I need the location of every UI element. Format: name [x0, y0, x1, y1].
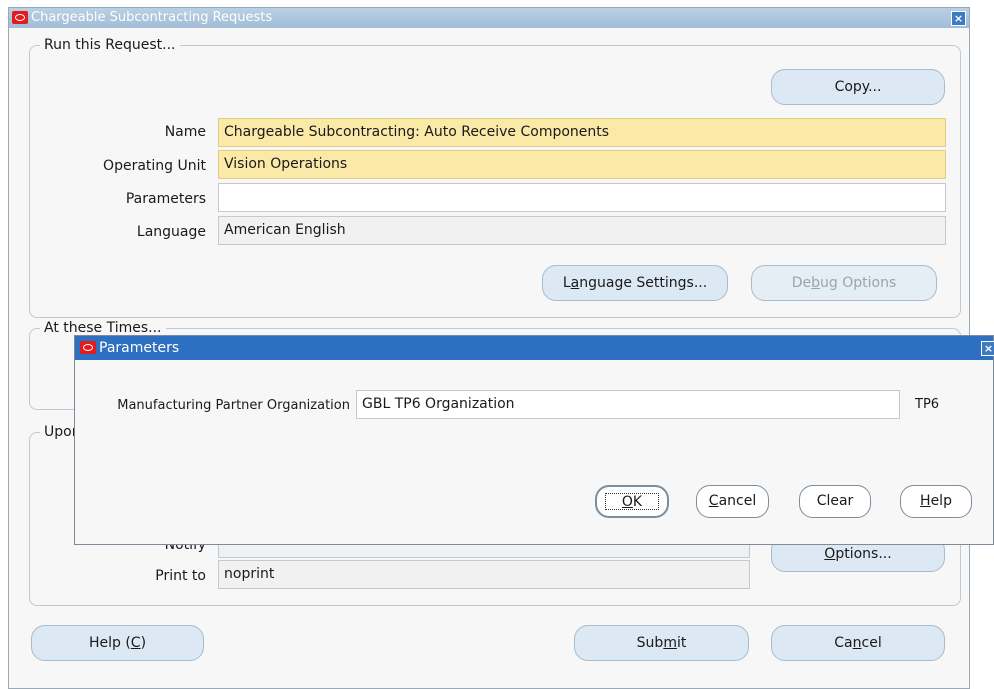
parameters-field[interactable]: [218, 183, 946, 212]
operating-unit-field[interactable]: Vision Operations: [218, 150, 946, 179]
operating-unit-label: Operating Unit: [103, 158, 206, 174]
cancel-label-post: cel: [861, 635, 882, 651]
print-to-field[interactable]: noprint: [218, 560, 750, 589]
partner-org-field[interactable]: GBL TP6 Organization: [356, 390, 900, 419]
dialog-help-label-post: elp: [930, 493, 952, 509]
help-label-pre: Help (: [88, 635, 131, 651]
cancel-mnemonic: n: [852, 635, 862, 651]
help-button[interactable]: Help (C): [31, 625, 204, 661]
oracle-logo-icon: [12, 11, 28, 24]
help-label-post: ): [140, 635, 147, 651]
window-titlebar: Chargeable Subcontracting Requests ×: [9, 8, 969, 28]
options-mnemonic: O: [824, 546, 836, 562]
help-mnemonic: C: [130, 635, 141, 651]
name-field[interactable]: Chargeable Subcontracting: Auto Receive …: [218, 118, 946, 147]
language-field: American English: [218, 216, 946, 245]
copy-button[interactable]: Copy...: [771, 69, 945, 105]
parameters-dialog: Parameters × Manufacturing Partner Organ…: [74, 335, 994, 545]
dialog-cancel-label-post: ancel: [718, 493, 757, 509]
dialog-title: Parameters: [99, 340, 180, 356]
submit-label-post: it: [676, 635, 687, 651]
cancel-label-pre: Ca: [834, 635, 853, 651]
dialog-cancel-mnemonic: C: [708, 493, 719, 509]
debug-options-label-pre: De: [791, 275, 812, 291]
submit-mnemonic: m: [663, 635, 677, 651]
debug-options-mnemonic: b: [811, 275, 821, 291]
cancel-button[interactable]: Cancel: [771, 625, 945, 661]
language-settings-label-post: nguage Settings...: [579, 275, 708, 291]
dialog-help-mnemonic: H: [920, 493, 931, 509]
oracle-logo-icon: [80, 341, 96, 354]
language-settings-label-pre: L: [562, 275, 571, 291]
schedule-legend: At these Times...: [40, 320, 166, 336]
ok-focus-ring: [605, 493, 659, 510]
window-title: Chargeable Subcontracting Requests: [31, 10, 273, 25]
clear-button[interactable]: Clear: [799, 485, 871, 518]
run-request-legend: Run this Request...: [40, 37, 180, 53]
partner-org-label: Manufacturing Partner Organization: [117, 398, 350, 413]
print-to-label: Print to: [155, 568, 206, 584]
options-label-post: ptions...: [835, 546, 892, 562]
parameters-label: Parameters: [125, 191, 206, 207]
name-label: Name: [164, 124, 206, 140]
language-settings-mnemonic: a: [570, 275, 580, 291]
dialog-cancel-button[interactable]: Cancel: [696, 485, 769, 518]
debug-options-label-post: ug Options: [820, 275, 897, 291]
close-icon[interactable]: ×: [951, 11, 966, 26]
language-settings-button[interactable]: Language Settings...: [542, 265, 728, 301]
language-label: Language: [136, 224, 206, 240]
partner-org-code: TP6: [915, 397, 940, 412]
dialog-help-button[interactable]: Help: [900, 485, 972, 518]
ok-button[interactable]: OK: [595, 485, 669, 518]
submit-label-pre: Sub: [636, 635, 664, 651]
dialog-close-icon[interactable]: ×: [981, 341, 994, 356]
debug-options-button[interactable]: Debug Options: [751, 265, 937, 301]
submit-button[interactable]: Submit: [574, 625, 749, 661]
dialog-titlebar: Parameters ×: [75, 336, 994, 360]
